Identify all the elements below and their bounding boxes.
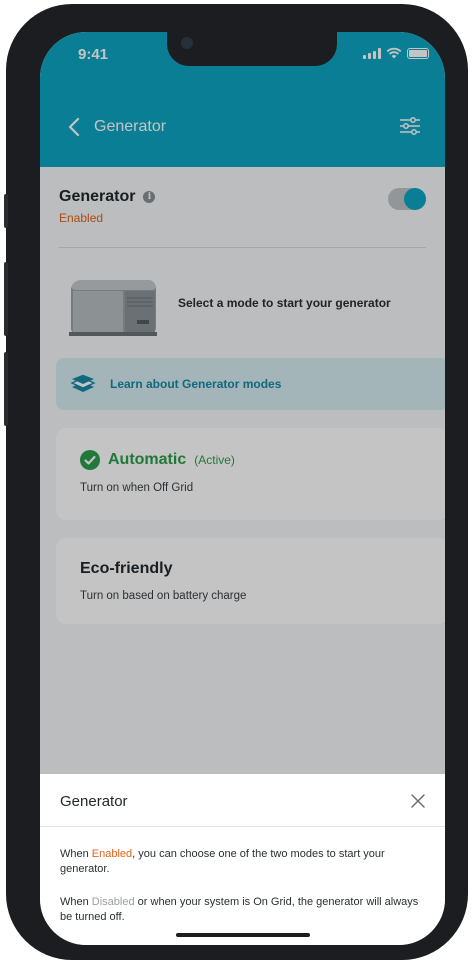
enabled-highlight: Enabled bbox=[91, 848, 133, 860]
side-button bbox=[4, 194, 8, 228]
home-indicator bbox=[176, 933, 310, 937]
info-bottom-sheet: Generator When Enabled, you can choose o… bbox=[40, 774, 445, 945]
camera bbox=[181, 37, 193, 49]
text-fragment: When bbox=[60, 896, 92, 908]
notch bbox=[167, 32, 337, 66]
sheet-paragraph-enabled: When Enabled, you can choose one of the … bbox=[60, 847, 428, 877]
sheet-divider bbox=[40, 826, 445, 827]
text-fragment: When bbox=[60, 848, 92, 860]
app-screen: 9:41 Generator Generator i Enabled Selec… bbox=[40, 32, 445, 945]
phone-frame: 9:41 Generator Generator i Enabled Selec… bbox=[6, 4, 468, 960]
disabled-highlight: Disabled bbox=[91, 896, 135, 908]
sheet-title: Generator bbox=[60, 793, 128, 810]
close-icon[interactable] bbox=[411, 794, 425, 808]
volume-down-button bbox=[4, 352, 8, 426]
sheet-paragraph-disabled: When Disabled or when your system is On … bbox=[60, 895, 428, 925]
volume-up-button bbox=[4, 262, 8, 336]
